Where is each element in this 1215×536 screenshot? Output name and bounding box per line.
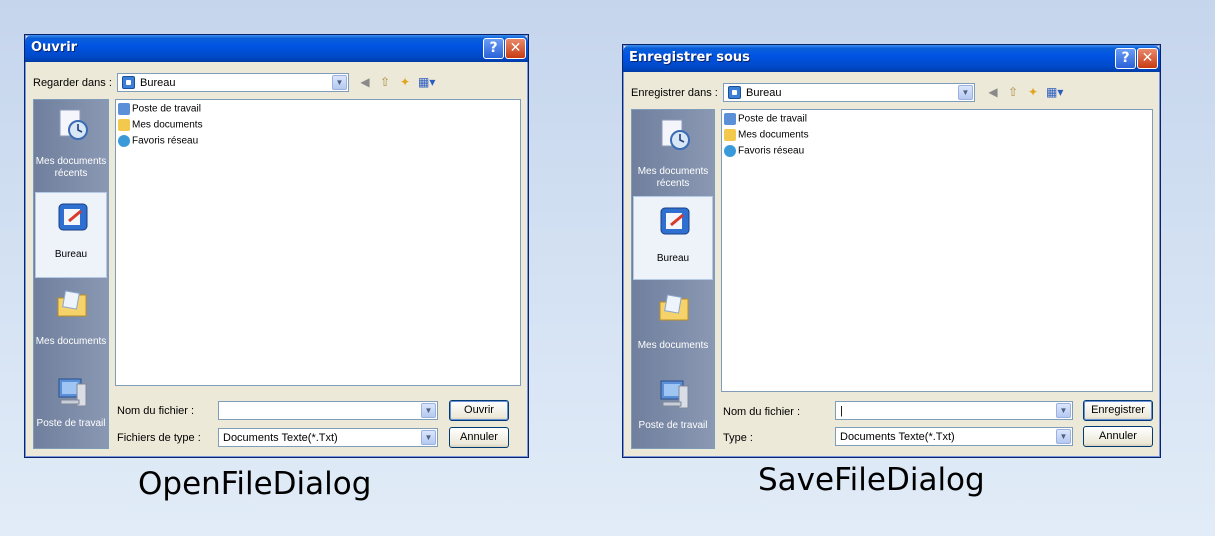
file-list[interactable]: Poste de travail Mes documents Favoris r…: [115, 99, 521, 386]
filename-input[interactable]: ▼: [218, 401, 438, 420]
look-in-combo[interactable]: Bureau ▼: [117, 73, 349, 92]
place-label: Bureau: [656, 253, 690, 264]
cancel-button[interactable]: Annuler: [449, 427, 509, 448]
chevron-down-icon[interactable]: ▼: [1056, 429, 1071, 444]
filename-label: Nom du fichier :: [723, 406, 801, 418]
place-label: Bureau: [54, 249, 88, 260]
filetype-value: Documents Texte(*.Txt): [840, 431, 955, 443]
network-places-icon: [118, 135, 130, 147]
save-in-value: Bureau: [746, 87, 782, 99]
place-my-computer[interactable]: Poste de travail: [35, 370, 107, 450]
list-item[interactable]: Poste de travail: [724, 113, 807, 129]
filename-value: |: [840, 405, 843, 417]
desktop-icon: [122, 76, 135, 89]
title-bar[interactable]: Ouvrir ? ✕: [25, 35, 528, 62]
look-in-value: Bureau: [140, 77, 176, 89]
place-my-documents[interactable]: Mes documents: [633, 286, 713, 366]
filetype-value: Documents Texte(*.Txt): [223, 432, 338, 444]
recent-documents-icon: [59, 109, 88, 140]
open-file-dialog: Ouvrir ? ✕ Regarder dans : Bureau ▼ ◀ ⇧ …: [24, 34, 529, 458]
views-menu-icon[interactable]: ▦▾: [1046, 84, 1063, 100]
help-button[interactable]: ?: [483, 38, 504, 59]
place-my-computer[interactable]: Poste de travail: [633, 372, 713, 452]
list-item[interactable]: Mes documents: [118, 119, 203, 135]
filename-input[interactable]: | ▼: [835, 401, 1073, 420]
chevron-down-icon[interactable]: ▼: [332, 75, 347, 90]
my-computer-icon: [118, 103, 130, 115]
places-bar: Mes documents récents Bureau Mes documen…: [33, 99, 109, 449]
list-item[interactable]: Poste de travail: [118, 103, 201, 119]
place-label: Poste de travail: [638, 420, 708, 431]
my-documents-icon: [57, 290, 87, 317]
file-name: Mes documents: [738, 129, 809, 141]
place-desktop[interactable]: Bureau: [35, 192, 107, 278]
close-button[interactable]: ✕: [505, 38, 526, 59]
chevron-down-icon[interactable]: ▼: [958, 85, 973, 100]
file-name: Poste de travail: [132, 103, 201, 115]
place-label: Mes documents: [35, 336, 107, 347]
save-in-combo[interactable]: Bureau ▼: [723, 83, 975, 102]
my-computer-icon: [724, 113, 736, 125]
list-item[interactable]: Favoris réseau: [118, 135, 198, 151]
cancel-button[interactable]: Annuler: [1083, 426, 1153, 447]
place-my-documents[interactable]: Mes documents: [35, 282, 107, 362]
place-recent-documents[interactable]: Mes documents récents: [35, 102, 107, 182]
places-bar: Mes documents récents Bureau Mes documen…: [631, 109, 715, 449]
save-dialog-caption: SaveFileDialog: [758, 462, 985, 498]
desktop-icon: [58, 203, 88, 231]
new-folder-icon[interactable]: ✦: [397, 74, 413, 90]
file-list[interactable]: Poste de travail Mes documents Favoris r…: [721, 109, 1153, 392]
dialog-title: Enregistrer sous: [629, 50, 750, 65]
desktop-icon: [728, 86, 741, 99]
chevron-down-icon[interactable]: ▼: [1056, 403, 1071, 418]
save-file-dialog: Enregistrer sous ? ✕ Enregistrer dans : …: [622, 44, 1161, 458]
list-item[interactable]: Favoris réseau: [724, 145, 804, 161]
recent-documents-icon: [661, 119, 690, 150]
file-name: Mes documents: [132, 119, 203, 131]
my-computer-icon: [660, 380, 689, 409]
folder-icon: [724, 129, 736, 141]
filetype-select[interactable]: Documents Texte(*.Txt) ▼: [835, 427, 1073, 446]
place-label: Poste de travail: [36, 418, 106, 429]
file-name: Favoris réseau: [738, 145, 805, 157]
save-button[interactable]: Enregistrer: [1083, 400, 1153, 421]
dialog-title: Ouvrir: [31, 40, 78, 55]
place-recent-documents[interactable]: Mes documents récents: [633, 112, 713, 192]
open-button[interactable]: Ouvrir: [449, 400, 509, 421]
save-in-label: Enregistrer dans :: [631, 87, 718, 99]
desktop-icon: [660, 207, 690, 235]
close-button[interactable]: ✕: [1137, 48, 1158, 69]
up-folder-icon[interactable]: ⇧: [1005, 84, 1021, 100]
chevron-down-icon[interactable]: ▼: [421, 430, 436, 445]
my-computer-icon: [58, 378, 87, 407]
filename-label: Nom du fichier :: [117, 405, 195, 417]
place-label: Mes documents récents: [637, 166, 709, 189]
my-documents-icon: [659, 294, 689, 321]
look-in-label: Regarder dans :: [33, 77, 112, 89]
network-places-icon: [724, 145, 736, 157]
title-bar[interactable]: Enregistrer sous ? ✕: [623, 45, 1160, 72]
file-name: Favoris réseau: [132, 135, 199, 147]
chevron-down-icon[interactable]: ▼: [421, 403, 436, 418]
place-label: Mes documents récents: [35, 156, 107, 179]
place-label: Mes documents: [637, 340, 709, 351]
filetype-select[interactable]: Documents Texte(*.Txt) ▼: [218, 428, 438, 447]
open-dialog-caption: OpenFileDialog: [138, 466, 372, 502]
folder-icon: [118, 119, 130, 131]
filetype-label: Fichiers de type :: [117, 432, 201, 444]
list-item[interactable]: Mes documents: [724, 129, 809, 145]
back-arrow-icon[interactable]: ◀: [985, 84, 1001, 100]
back-arrow-icon[interactable]: ◀: [357, 74, 373, 90]
up-folder-icon[interactable]: ⇧: [377, 74, 393, 90]
new-folder-icon[interactable]: ✦: [1025, 84, 1041, 100]
views-menu-icon[interactable]: ▦▾: [418, 74, 435, 90]
file-name: Poste de travail: [738, 113, 807, 125]
filetype-label: Type :: [723, 432, 753, 444]
place-desktop[interactable]: Bureau: [633, 196, 713, 280]
help-button[interactable]: ?: [1115, 48, 1136, 69]
